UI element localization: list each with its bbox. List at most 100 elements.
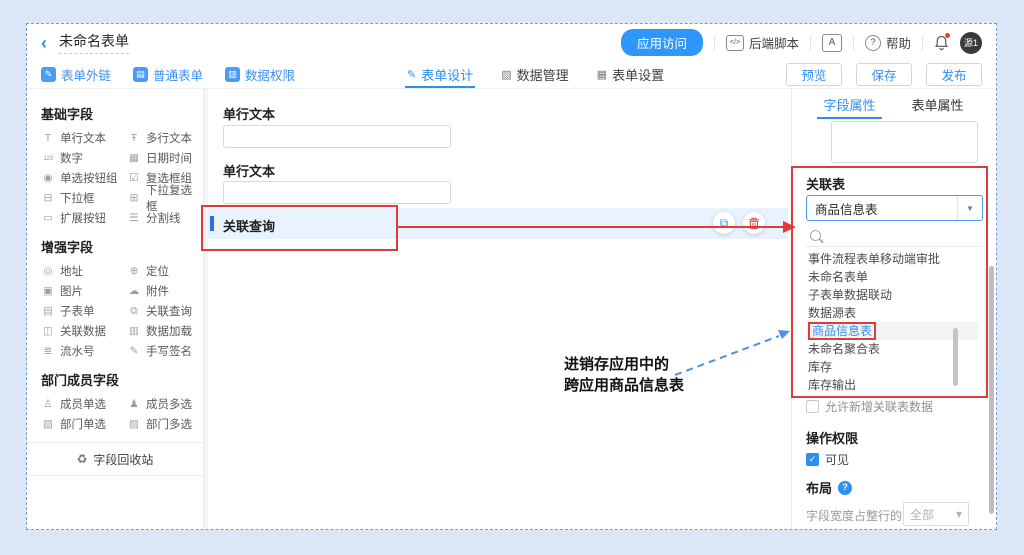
field-type-member-multi[interactable]: ♟成员多选 xyxy=(127,394,203,414)
checkbox-unchecked[interactable] xyxy=(806,400,819,413)
linked-query-field-row[interactable]: 关联查询 ⧉ xyxy=(208,208,788,239)
field-type-label: 单选按钮组 xyxy=(60,170,118,186)
field-width-select[interactable]: 全部 ▾ xyxy=(903,502,969,526)
field-type-linked-data[interactable]: ◫关联数据 xyxy=(41,321,127,341)
field-type-department-single[interactable]: ▧ 部门单选 xyxy=(41,414,127,434)
data-load-icon: ▥ xyxy=(127,325,141,337)
external-link-icon: ✎ xyxy=(41,67,56,82)
subform-icon: ▤ xyxy=(41,305,55,317)
visible-label: 可见 xyxy=(825,451,849,468)
notification-bell-icon[interactable] xyxy=(934,35,949,51)
back-icon[interactable]: ‹ xyxy=(41,34,47,52)
publish-button[interactable]: 发布 xyxy=(926,63,982,86)
field-type-serial-number[interactable]: ≣流水号 xyxy=(41,341,127,361)
field-type-subform[interactable]: ▤子表单 xyxy=(41,301,127,321)
chevron-down-icon: ▼ xyxy=(957,196,982,220)
department-single-icon: ▧ xyxy=(41,418,55,430)
field-type-dropdown[interactable]: ⊟ 下拉框 xyxy=(41,188,127,208)
list-scrollbar[interactable] xyxy=(953,328,958,386)
field-type-department-multi[interactable]: ▨部门多选 xyxy=(127,414,203,434)
field-type-member-single[interactable]: ♙成员单选 xyxy=(41,394,127,414)
data-permission-button[interactable]: ▥ 数据权限 xyxy=(225,65,295,84)
tab-form-design[interactable]: ✎ 表单设计 xyxy=(407,61,473,88)
main-tabs: ✎ 表单设计 ▧ 数据管理 ▦ 表单设置 xyxy=(407,61,664,88)
form-external-link-button[interactable]: ✎ 表单外链 xyxy=(41,65,111,84)
question-icon: ? xyxy=(865,35,881,51)
field-type-single-line-text[interactable]: T单行文本 xyxy=(41,128,127,148)
form-external-link-label: 表单外链 xyxy=(61,65,111,84)
field-type-label: 部门单选 xyxy=(60,416,106,432)
field-type-label: 定位 xyxy=(146,263,169,279)
field-type-radio-group[interactable]: ◉ 单选按钮组 xyxy=(41,168,127,188)
tab-data-management[interactable]: ▧ 数据管理 xyxy=(501,61,568,88)
field-type-location[interactable]: ⊕ 定位 xyxy=(127,261,203,281)
field-type-extend-button[interactable]: ▭扩展按钮 xyxy=(41,208,127,228)
tab-form-settings[interactable]: ▦ 表单设置 xyxy=(597,61,664,88)
form-title[interactable]: 未命名表单 xyxy=(59,31,129,54)
dropdown-icon: ⊟ xyxy=(41,192,55,204)
bar-chart-icon: ▥ xyxy=(225,67,240,82)
field-type-label: 地址 xyxy=(60,263,83,279)
avatar[interactable]: 源1 xyxy=(960,32,982,54)
field-title-editor-box[interactable] xyxy=(831,121,978,163)
tab-form-settings-label: 表单设置 xyxy=(612,65,664,84)
notification-dot xyxy=(945,33,950,38)
list-item[interactable]: 未命名表单 xyxy=(806,268,983,286)
field-type-label: 日期时间 xyxy=(146,150,192,166)
field-type-number[interactable]: 123数字 xyxy=(41,148,127,168)
field-type-multi-line-text[interactable]: Ŧ多行文本 xyxy=(127,128,203,148)
linked-table-label: 关联表 xyxy=(806,174,845,193)
language-badge-icon[interactable]: A xyxy=(822,34,842,52)
field-type-linked-query[interactable]: ⧉关联查询 xyxy=(127,301,203,321)
field-type-label: 下拉框 xyxy=(60,190,95,206)
annotation-text: 进销存应用中的 跨应用商品信息表 xyxy=(564,354,684,396)
divider xyxy=(810,36,811,50)
preview-button[interactable]: 预览 xyxy=(786,63,842,86)
field-type-address[interactable]: ◎地址 xyxy=(41,261,127,281)
field-type-signature[interactable]: ✎手写签名 xyxy=(127,341,203,361)
tab-field-properties[interactable]: 字段属性 xyxy=(823,89,875,119)
linked-table-dropdown[interactable]: 商品信息表 ▼ xyxy=(806,195,983,221)
field-type-image[interactable]: ▣图片 xyxy=(41,281,127,301)
visible-checkbox-row[interactable]: ✓ 可见 xyxy=(806,451,849,468)
normal-form-button[interactable]: ▤ 普通表单 xyxy=(133,65,203,84)
divider xyxy=(922,36,923,50)
checkbox-checked[interactable]: ✓ xyxy=(806,453,819,466)
single-line-text-input[interactable] xyxy=(223,125,451,148)
app-access-button[interactable]: 应用访问 xyxy=(621,29,703,56)
panel-scrollbar[interactable] xyxy=(989,266,994,514)
check-icon: ✓ xyxy=(809,454,817,465)
field-type-datetime[interactable]: ▦日期时间 xyxy=(127,148,203,168)
help-button[interactable]: ? 帮助 xyxy=(865,33,911,52)
field-type-label: 成员单选 xyxy=(60,396,106,412)
delete-field-icon[interactable] xyxy=(743,212,765,234)
toolbar-actions: 预览 保存 发布 xyxy=(786,63,982,86)
save-button[interactable]: 保存 xyxy=(856,63,912,86)
table-search-input[interactable] xyxy=(806,225,983,247)
field-type-label: 附件 xyxy=(146,283,169,299)
single-line-text-input[interactable] xyxy=(223,181,451,204)
sidebar-resize-gutter[interactable] xyxy=(204,89,208,529)
multi-dropdown-icon: ⊞ xyxy=(127,192,141,204)
code-icon: </> xyxy=(726,35,744,51)
app-window: ‹ 未命名表单 应用访问 </> 后端脚本 A ? 帮助 源1 xyxy=(26,23,997,530)
list-item[interactable]: 事件流程表单移动端审批 xyxy=(806,250,983,268)
tab-form-properties[interactable]: 表单属性 xyxy=(912,89,964,119)
backend-script-button[interactable]: </> 后端脚本 xyxy=(726,33,799,52)
layout-help-icon[interactable]: ? xyxy=(838,481,852,495)
location-icon: ⊕ xyxy=(127,265,141,277)
copy-field-icon[interactable]: ⧉ xyxy=(713,212,735,234)
list-item[interactable]: 子表单数据联动 xyxy=(806,286,983,304)
field-width-value: 全部 xyxy=(910,506,934,523)
search-icon xyxy=(810,230,821,241)
field-type-data-load[interactable]: ▥数据加载 xyxy=(127,321,203,341)
radio-icon: ◉ xyxy=(41,172,55,184)
single-line-text-icon: T xyxy=(41,132,55,144)
field-recycle-bin-button[interactable]: ♻ 字段回收站 xyxy=(27,443,203,475)
field-type-attachment[interactable]: ☁附件 xyxy=(127,281,203,301)
list-item[interactable]: 数据源表 xyxy=(806,304,983,322)
field-type-multi-dropdown[interactable]: ⊞下拉复选框 xyxy=(127,188,203,208)
data-management-icon: ▧ xyxy=(501,68,511,81)
field-type-divider-line[interactable]: ☰分割线 xyxy=(127,208,203,228)
allow-add-checkbox-row[interactable]: 允许新增关联表数据 xyxy=(806,398,933,415)
